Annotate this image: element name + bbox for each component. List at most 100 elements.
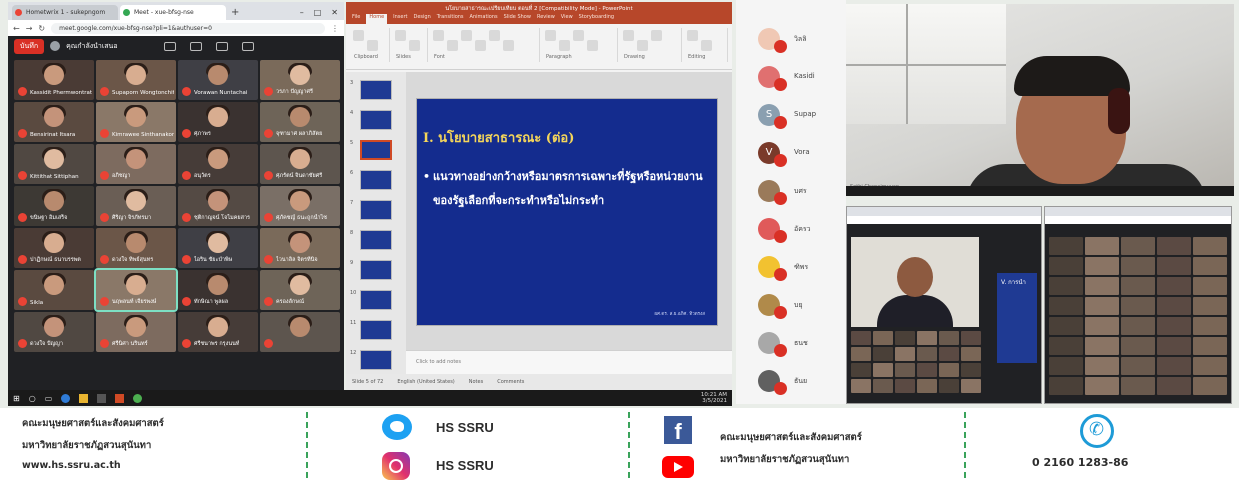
participant-tile[interactable]: ขนิษฐา อิ่มเสร็จ	[14, 186, 94, 226]
participant-list-item[interactable]: ธนช	[758, 326, 848, 360]
ribbon-button[interactable]	[573, 30, 584, 41]
slide-thumbnail[interactable]	[360, 200, 392, 220]
participant-list-item[interactable]: ธันย	[758, 364, 848, 398]
slide-thumbnail[interactable]	[360, 290, 392, 310]
edge-icon[interactable]	[61, 393, 71, 403]
participant-tile[interactable]: อนุวัตร	[178, 144, 258, 184]
notes-pane[interactable]: Click to add notes	[406, 350, 732, 374]
ribbon-button[interactable]	[687, 30, 698, 41]
people-icon[interactable]	[215, 41, 228, 51]
slide-thumbnail[interactable]	[360, 170, 392, 190]
participant-tile[interactable]: Supaporn Wongtonchit	[96, 60, 176, 100]
ribbon-button[interactable]	[701, 40, 712, 51]
ribbon-button[interactable]	[409, 40, 420, 51]
ribbon-button[interactable]	[651, 30, 662, 41]
ribbon-tab[interactable]: Design	[413, 14, 430, 24]
store-icon[interactable]	[97, 393, 107, 403]
participant-tile[interactable]: ปาฏิกษณ์ ธนาบรรพต	[14, 228, 94, 268]
ribbon-button[interactable]	[447, 40, 458, 51]
participant-tile[interactable]: อภิชญา	[96, 144, 176, 184]
current-slide[interactable]: I. นโยบายสาธารณะ (ต่อ) • แนวทางอย่างกว้า…	[416, 98, 718, 326]
participant-list-item[interactable]: ฑิพร	[758, 250, 848, 284]
participant-tile[interactable]: จุฑามาศ ผลาภิสัตย	[260, 102, 340, 142]
chrome-icon[interactable]	[133, 393, 143, 403]
ribbon-button[interactable]	[545, 30, 556, 41]
ribbon-button[interactable]	[353, 30, 364, 41]
participant-list-item[interactable]: บศร	[758, 174, 848, 208]
record-button[interactable]: บันทึก	[14, 38, 45, 54]
participant-list-item[interactable]: วิลลิ	[758, 22, 848, 56]
ribbon-tab[interactable]: Storyboarding	[579, 14, 614, 24]
browser-tab-gmail[interactable]: Hometwrix 1 - sukepngom	[12, 5, 118, 20]
ribbon-button[interactable]	[395, 30, 406, 41]
facebook-icon[interactable]: f	[664, 416, 692, 444]
maximize-icon[interactable]: □	[314, 5, 322, 20]
participant-tile[interactable]: ทักษิณา พูลผล	[178, 270, 258, 310]
participant-tile[interactable]: Sikla	[14, 270, 94, 310]
participant-tile[interactable]: Kittithat Sittiphan	[14, 144, 94, 184]
footer-website[interactable]: www.hs.ssru.ac.th	[22, 460, 121, 471]
ribbon-button[interactable]	[475, 40, 486, 51]
slide-thumbnail[interactable]	[360, 320, 392, 340]
participant-tile[interactable]: Kimrawee Sinthanakon	[96, 102, 176, 142]
instagram-handle[interactable]: HS SSRU	[436, 458, 494, 473]
twitter-icon[interactable]	[382, 414, 412, 440]
forward-icon[interactable]: →	[26, 24, 33, 33]
participant-tile[interactable]: ดวงใจ ทิพย์สุนทร	[96, 228, 176, 268]
ribbon-tab[interactable]: Home	[366, 14, 388, 24]
slide-thumbnail[interactable]	[360, 350, 392, 370]
status-item[interactable]: Comments	[497, 379, 524, 385]
ribbon-button[interactable]	[489, 30, 500, 41]
menu-dots-icon[interactable]: ⋮	[331, 24, 339, 33]
ribbon-button[interactable]	[637, 40, 648, 51]
participant-tile[interactable]: นฤพลนท์ เจียรพงษ์	[94, 268, 178, 312]
participant-list-item[interactable]: V Vora	[758, 136, 848, 170]
close-icon[interactable]: ✕	[331, 5, 338, 20]
ribbon-tab[interactable]: View	[561, 14, 573, 24]
participant-tile[interactable]: ศุภัคชญ์ ธนะถูกน้ำไซ	[260, 186, 340, 226]
minimize-icon[interactable]: –	[300, 5, 304, 20]
participant-list-item[interactable]: S Supap	[758, 98, 848, 132]
url-field[interactable]: meet.google.com/xue-bfsg-nse?pli=1&authu…	[51, 22, 325, 34]
windows-start-icon[interactable]: ⊞	[13, 394, 20, 403]
layout-icon[interactable]	[189, 41, 202, 51]
ribbon-tab[interactable]: Insert	[393, 14, 407, 24]
instagram-icon[interactable]	[382, 452, 410, 480]
taskbar-clock[interactable]: 10:21 AM 3/5/2021	[701, 392, 727, 404]
ribbon-button[interactable]	[433, 30, 444, 41]
chat-icon[interactable]	[241, 41, 254, 51]
twitter-handle[interactable]: HS SSRU	[436, 420, 494, 435]
task-view-icon[interactable]: ▭	[45, 394, 53, 403]
participant-tile[interactable]: ชุติกาญจน์ โจไมคยสาร	[178, 186, 258, 226]
ribbon-tab[interactable]: Animations	[470, 14, 498, 24]
ribbon-button[interactable]	[559, 40, 570, 51]
participant-tile[interactable]: Kassidit Phermwontratorn	[14, 60, 94, 100]
participant-tile[interactable]: ไอริน ชัยะบำพิษ	[178, 228, 258, 268]
slide-thumbnail[interactable]	[360, 110, 392, 130]
participant-tile[interactable]: วรภา ปัญญาศรี	[260, 60, 340, 100]
facebook-page-line1[interactable]: คณะมนุษยศาสตร์และสังคมศาสตร์	[720, 430, 862, 445]
ribbon-button[interactable]	[461, 30, 472, 41]
captions-icon[interactable]	[163, 41, 176, 51]
slide-thumbnail[interactable]	[360, 230, 392, 250]
back-icon[interactable]: ←	[13, 24, 20, 33]
powerpoint-icon[interactable]	[115, 393, 125, 403]
participant-list-item[interactable]: อัครว	[758, 212, 848, 246]
facebook-page-line2[interactable]: มหาวิทยาลัยราชภัฏสวนสุนันทา	[720, 452, 849, 467]
participant-tile[interactable]: ดวงใจ ปัญญา	[14, 312, 94, 352]
participant-tile[interactable]: ศุภรัตน์ จินดาชัยศรี	[260, 144, 340, 184]
slide-thumbnail[interactable]	[360, 260, 392, 280]
browser-tab-meet[interactable]: Meet - xue-bfsg-nse	[120, 5, 226, 20]
participant-tile[interactable]: ศรีชนาพร กรุงนนท์	[178, 312, 258, 352]
participant-tile[interactable]: ศุภาพร	[178, 102, 258, 142]
ribbon-tab[interactable]: File	[352, 14, 360, 24]
ribbon-button[interactable]	[587, 40, 598, 51]
participant-list-item[interactable]: บยุ	[758, 288, 848, 322]
participant-list-item[interactable]: Kasidi	[758, 60, 848, 94]
participant-tile[interactable]: Vorawan Nuntachai	[178, 60, 258, 100]
ribbon-button[interactable]	[503, 40, 514, 51]
youtube-icon[interactable]	[662, 456, 694, 478]
participant-tile[interactable]	[260, 312, 340, 352]
slide-thumbnail[interactable]	[360, 80, 392, 100]
file-explorer-icon[interactable]	[79, 393, 89, 403]
